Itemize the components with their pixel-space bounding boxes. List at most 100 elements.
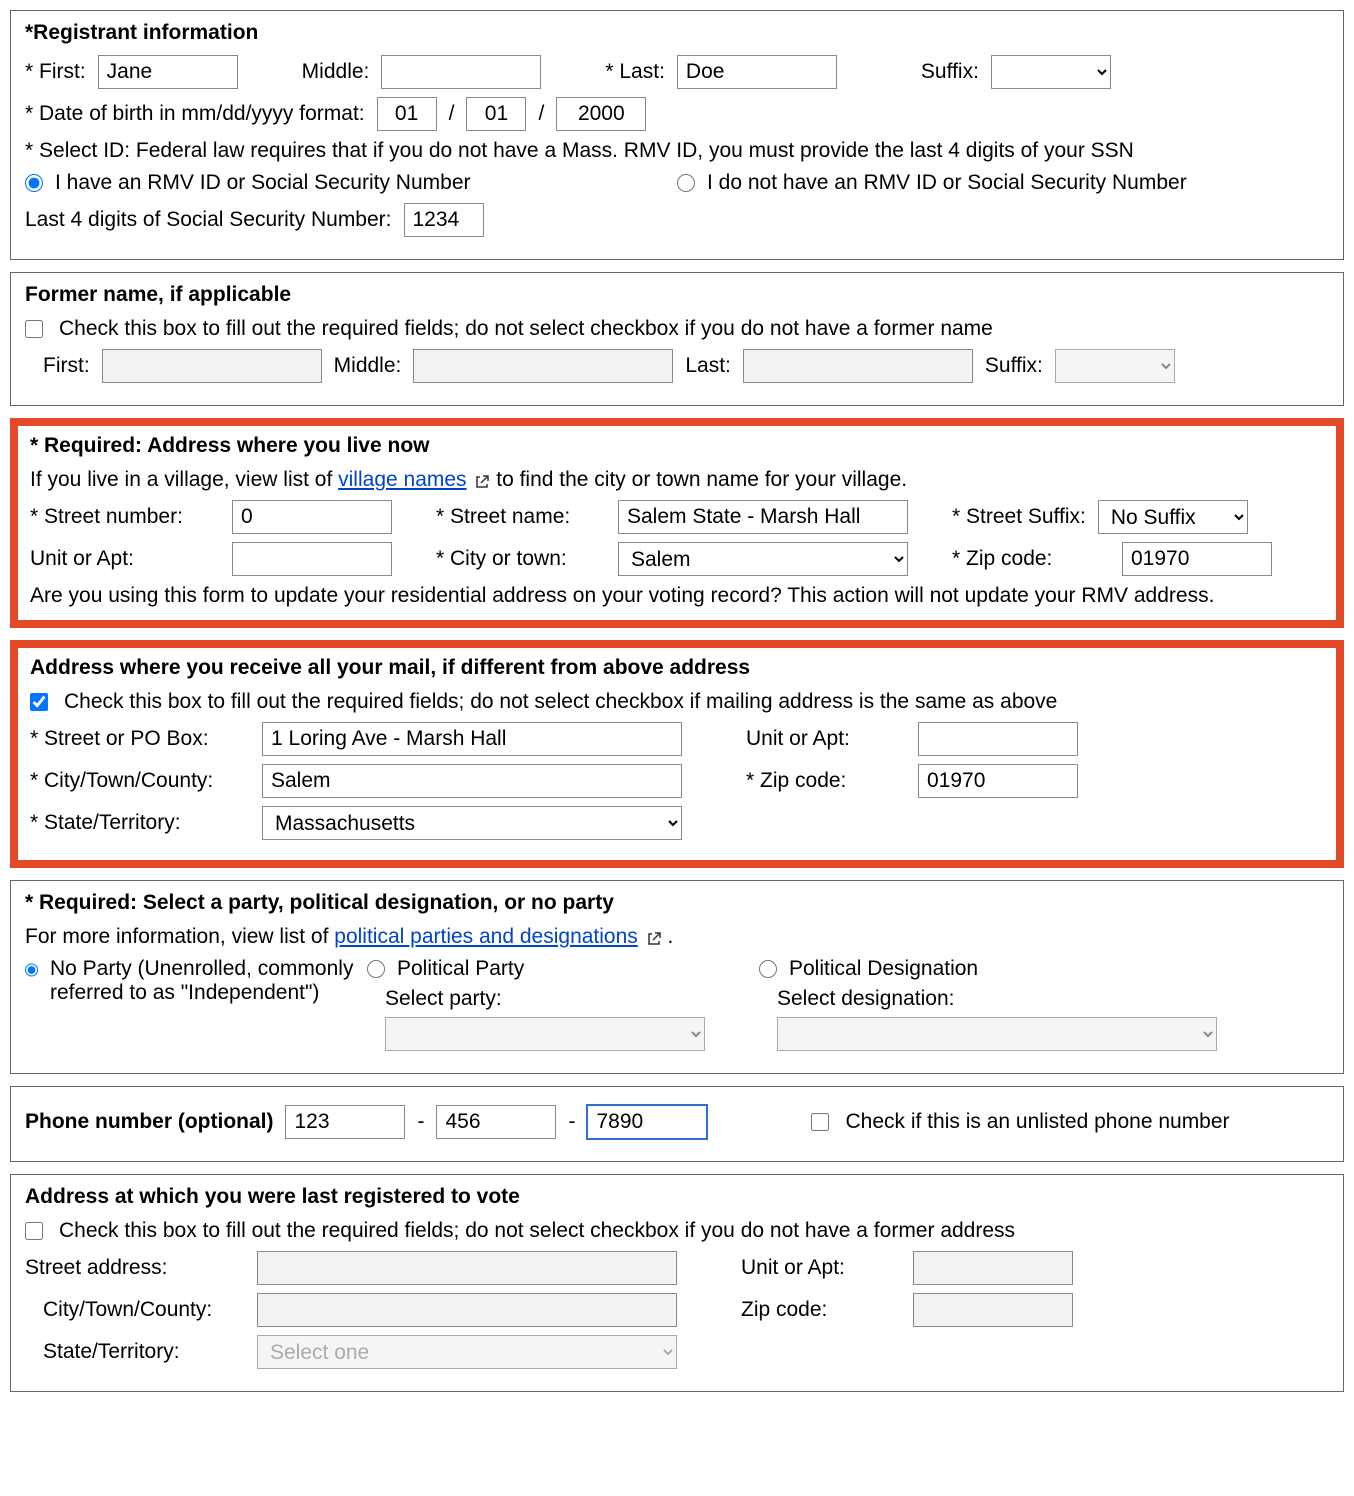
mail-zip-input[interactable] <box>918 764 1078 798</box>
village-names-link[interactable]: village names <box>338 468 466 491</box>
first-input[interactable] <box>98 55 238 89</box>
political-party-label: Political Party <box>397 957 524 981</box>
former-last-label: Last: <box>685 354 731 378</box>
last-street-label: Street address: <box>25 1256 245 1280</box>
dob-yyyy-input[interactable] <box>556 97 646 131</box>
last-unit-label: Unit or Apt: <box>741 1256 901 1280</box>
ssn-input[interactable] <box>404 203 484 237</box>
former-suffix-label: Suffix: <box>985 354 1043 378</box>
select-designation-label: Select designation: <box>759 987 954 1011</box>
id-no-radio[interactable] <box>677 174 695 192</box>
street-suffix-label: * Street Suffix: <box>952 505 1086 529</box>
no-party-label: No Party (Unenrolled, commonly referred … <box>50 957 355 1005</box>
mail-checkbox[interactable] <box>30 693 48 711</box>
live-address-heading: * Required: Address where you live now <box>30 434 1324 458</box>
party-section: * Required: Select a party, political de… <box>10 880 1344 1074</box>
phone-p3-input[interactable] <box>587 1105 707 1139</box>
unlisted-label: Check if this is an unlisted phone numbe… <box>845 1110 1229 1134</box>
select-party-label: Select party: <box>367 987 502 1011</box>
street-num-label: * Street number: <box>30 505 220 529</box>
last-state-select[interactable]: Select one <box>257 1335 677 1369</box>
phone-dash-1: - <box>417 1110 424 1134</box>
political-designation-radio[interactable] <box>759 960 777 978</box>
external-link-icon <box>646 929 662 945</box>
last-unit-input[interactable] <box>913 1251 1073 1285</box>
street-name-input[interactable] <box>618 500 908 534</box>
street-num-input[interactable] <box>232 500 392 534</box>
former-name-heading: Former name, if applicable <box>25 283 1329 307</box>
select-designation-dropdown[interactable] <box>777 1017 1217 1051</box>
party-intro-post: . <box>667 925 673 948</box>
phone-dash-2: - <box>568 1110 575 1134</box>
mail-zip-label: * Zip code: <box>746 769 906 793</box>
mail-address-heading: Address where you receive all your mail,… <box>30 656 1324 680</box>
suffix-select[interactable] <box>991 55 1111 89</box>
unit-input[interactable] <box>232 542 392 576</box>
party-link[interactable]: political parties and designations <box>334 925 638 948</box>
dob-label: * Date of birth in mm/dd/yyyy format: <box>25 102 365 126</box>
phone-p2-input[interactable] <box>436 1105 556 1139</box>
id-have-label: I have an RMV ID or Social Security Numb… <box>55 171 471 195</box>
political-party-radio[interactable] <box>367 960 385 978</box>
registrant-section: *Registrant information * First: Middle:… <box>10 10 1344 260</box>
dob-slash-1: / <box>449 102 455 126</box>
live-intro-post: to find the city or town name for your v… <box>496 468 907 491</box>
id-no-label: I do not have an RMV ID or Social Securi… <box>707 171 1187 195</box>
former-suffix-select[interactable] <box>1055 349 1175 383</box>
dob-dd-input[interactable] <box>466 97 526 131</box>
middle-label: Middle: <box>302 60 370 84</box>
phone-p1-input[interactable] <box>285 1105 405 1139</box>
last-zip-label: Zip code: <box>741 1298 901 1322</box>
registrant-heading: *Registrant information <box>25 21 1329 45</box>
mail-address-section: Address where you receive all your mail,… <box>10 640 1344 868</box>
update-question: Are you using this form to update your r… <box>30 584 1324 608</box>
former-name-check-label: Check this box to fill out the required … <box>59 317 993 341</box>
last-reg-checkbox[interactable] <box>25 1222 43 1240</box>
mail-city-input[interactable] <box>262 764 682 798</box>
mail-check-label: Check this box to fill out the required … <box>64 690 1057 714</box>
first-label: * First: <box>25 60 86 84</box>
mail-state-select[interactable]: Massachusetts <box>262 806 682 840</box>
party-heading: * Required: Select a party, political de… <box>25 891 1329 915</box>
former-middle-input[interactable] <box>413 349 673 383</box>
street-suffix-select[interactable]: No Suffix <box>1098 500 1248 534</box>
last-city-label: City/Town/County: <box>43 1298 245 1322</box>
suffix-label: Suffix: <box>921 60 979 84</box>
unlisted-checkbox[interactable] <box>811 1113 829 1131</box>
last-street-input[interactable] <box>257 1251 677 1285</box>
mail-street-input[interactable] <box>262 722 682 756</box>
city-label: * City or town: <box>436 547 606 571</box>
former-first-input[interactable] <box>102 349 322 383</box>
live-address-section: * Required: Address where you live now I… <box>10 418 1344 628</box>
mail-city-label: * City/Town/County: <box>30 769 250 793</box>
former-name-checkbox[interactable] <box>25 320 43 338</box>
former-last-input[interactable] <box>743 349 973 383</box>
last-zip-input[interactable] <box>913 1293 1073 1327</box>
ssn-label: Last 4 digits of Social Security Number: <box>25 208 392 232</box>
last-reg-heading: Address at which you were last registere… <box>25 1185 1329 1209</box>
former-middle-label: Middle: <box>334 354 402 378</box>
street-name-label: * Street name: <box>436 505 606 529</box>
party-intro-pre: For more information, view list of <box>25 925 334 948</box>
last-reg-check-label: Check this box to fill out the required … <box>59 1219 1015 1243</box>
last-input[interactable] <box>677 55 837 89</box>
id-have-radio[interactable] <box>25 174 43 192</box>
last-city-input[interactable] <box>257 1293 677 1327</box>
unit-label: Unit or Apt: <box>30 547 220 571</box>
phone-section: Phone number (optional) - - Check if thi… <box>10 1086 1344 1162</box>
select-party-dropdown[interactable] <box>385 1017 705 1051</box>
no-party-radio[interactable] <box>25 961 38 979</box>
political-designation-label: Political Designation <box>789 957 978 981</box>
last-label: * Last: <box>605 60 665 84</box>
mail-unit-input[interactable] <box>918 722 1078 756</box>
mail-unit-label: Unit or Apt: <box>746 727 906 751</box>
zip-label: * Zip code: <box>952 547 1110 571</box>
external-link-icon <box>474 472 490 488</box>
mail-street-label: * Street or PO Box: <box>30 727 250 751</box>
zip-input[interactable] <box>1122 542 1272 576</box>
dob-mm-input[interactable] <box>377 97 437 131</box>
middle-input[interactable] <box>381 55 541 89</box>
city-select[interactable]: Salem <box>618 542 908 576</box>
live-intro-pre: If you live in a village, view list of <box>30 468 338 491</box>
mail-state-label: * State/Territory: <box>30 811 250 835</box>
